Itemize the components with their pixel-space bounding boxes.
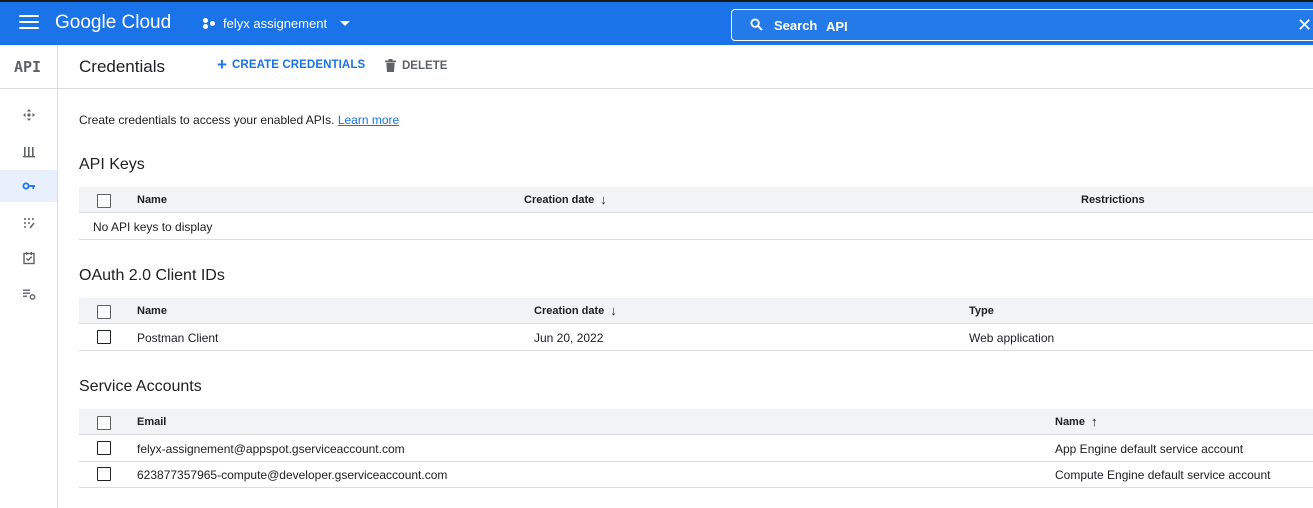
intro-text: Create credentials to access your enable… — [79, 113, 399, 127]
column-header-name[interactable]: Name — [137, 305, 167, 317]
table-header: Name Creation date ↓ Restrictions — [79, 187, 1313, 213]
chevron-down-icon — [340, 21, 351, 26]
select-all-checkbox[interactable] — [97, 416, 111, 430]
oauth-consent-icon — [23, 218, 35, 229]
api-logo: API — [14, 58, 42, 76]
client-name[interactable]: Postman Client — [137, 331, 218, 345]
nav-credentials[interactable] — [0, 170, 57, 202]
service-accounts-title: Service Accounts — [79, 378, 202, 395]
table-header: Email Name ↑ — [79, 409, 1313, 435]
intro-description: Create credentials to access your enable… — [79, 113, 335, 127]
nav-domain-verification[interactable] — [0, 242, 57, 274]
column-header-creation-date[interactable]: Creation date ↓ — [524, 192, 607, 207]
row-checkbox[interactable] — [97, 467, 111, 481]
sort-arrow-up-icon: ↑ — [1090, 414, 1098, 429]
nav-library[interactable] — [0, 135, 57, 167]
table-row[interactable]: 623877357965-compute@developer.gservicea… — [79, 461, 1313, 488]
project-selector[interactable]: felyx assignement — [203, 16, 351, 31]
sort-arrow-down-icon: ↓ — [600, 192, 607, 207]
creation-date: Jun 20, 2022 — [534, 331, 604, 345]
main-menu-icon[interactable] — [19, 15, 39, 31]
column-header-creation-date[interactable]: Creation date ↓ — [534, 303, 617, 318]
search-label: Search — [774, 18, 818, 33]
select-all-checkbox[interactable] — [97, 305, 111, 319]
service-account-name: Compute Engine default service account — [1055, 468, 1271, 482]
project-icon — [203, 18, 216, 29]
credentials-key-icon — [22, 182, 35, 190]
api-keys-title: API Keys — [79, 156, 145, 173]
domain-verification-icon — [22, 252, 35, 265]
learn-more-link[interactable]: Learn more — [338, 113, 399, 127]
row-checkbox[interactable] — [97, 441, 111, 455]
oauth-title: OAuth 2.0 Client IDs — [79, 267, 225, 284]
column-header-email[interactable]: Email — [137, 416, 166, 428]
service-account-name: App Engine default service account — [1055, 442, 1244, 456]
top-bar: Google Cloud felyx assignement Search ✕ — [0, 0, 1313, 45]
page-header: Credentials + CREATE CREDENTIALS DELETE — [58, 45, 1313, 89]
select-all-checkbox[interactable] — [97, 194, 111, 208]
table-row[interactable]: felyx-assignement@appspot.gserviceaccoun… — [79, 435, 1313, 462]
column-header-type[interactable]: Type — [969, 305, 994, 317]
empty-row: No API keys to display — [79, 213, 1313, 240]
table-header: Name Creation date ↓ Type — [79, 298, 1313, 324]
column-header-restrictions[interactable]: Restrictions — [1081, 194, 1145, 206]
sort-arrow-down-icon: ↓ — [610, 303, 617, 318]
nav-page-usage-agreements[interactable] — [0, 278, 57, 310]
row-checkbox[interactable] — [97, 330, 111, 344]
service-account-email[interactable]: felyx-assignement@appspot.gserviceaccoun… — [137, 442, 405, 456]
library-icon — [22, 147, 35, 158]
column-header-name[interactable]: Name ↑ — [1055, 414, 1098, 429]
client-type: Web application — [969, 331, 1055, 345]
page-title: Credentials — [79, 57, 165, 76]
create-credentials-button[interactable]: + CREATE CREDENTIALS — [217, 55, 366, 74]
search-box[interactable]: Search ✕ — [731, 9, 1313, 41]
project-name: felyx assignement — [223, 16, 328, 31]
service-account-email[interactable]: 623877357965-compute@developer.gservicea… — [137, 468, 447, 482]
plus-icon: + — [217, 55, 228, 74]
nav-oauth-consent[interactable] — [0, 207, 57, 239]
close-icon[interactable]: ✕ — [1297, 16, 1312, 34]
nav-enabled-apis[interactable] — [0, 99, 57, 131]
create-credentials-label: CREATE CREDENTIALS — [232, 59, 366, 71]
google-cloud-logo[interactable]: Google Cloud — [55, 12, 171, 34]
delete-button[interactable]: DELETE — [385, 59, 447, 72]
delete-label: DELETE — [402, 59, 448, 72]
column-header-name[interactable]: Name — [137, 194, 167, 206]
table-row[interactable]: Postman Client Jun 20, 2022 Web applicat… — [79, 324, 1313, 351]
page-settings-icon — [22, 289, 35, 300]
search-input[interactable] — [826, 16, 1226, 36]
search-icon — [750, 18, 763, 31]
trash-icon — [385, 59, 396, 72]
left-nav-rail: API — [0, 45, 58, 508]
divider — [0, 88, 58, 89]
dashboard-icon — [22, 109, 35, 121]
empty-message: No API keys to display — [93, 220, 213, 234]
